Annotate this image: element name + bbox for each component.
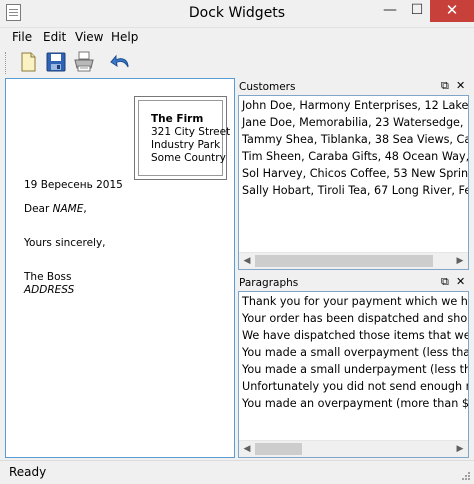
letter-greeting: Dear NAME, <box>24 203 87 215</box>
menu-bar: File Edit View Help <box>0 28 474 46</box>
list-item[interactable]: Your order has been dispatched and shoul… <box>242 312 468 325</box>
letter-editor[interactable]: The Firm 321 City Street Industry Park S… <box>5 78 235 458</box>
scroll-left-icon[interactable]: ◀ <box>242 256 252 266</box>
paragraphs-close-icon[interactable]: ✕ <box>456 276 465 288</box>
list-item[interactable]: Unfortunately you did not send enough mo… <box>242 380 468 393</box>
title-bar: Dock Widgets — ☐ ✕ <box>0 0 474 28</box>
toolbar-grip[interactable] <box>5 52 8 74</box>
letter-closing: Yours sincerely, <box>24 237 106 249</box>
customers-float-icon[interactable]: ⧉ <box>441 80 449 92</box>
customers-dock-titlebar[interactable]: Customers ⧉ ✕ <box>238 79 469 95</box>
greeting-prefix: Dear <box>24 203 53 215</box>
resize-grip-icon[interactable] <box>461 471 471 481</box>
status-text: Ready <box>9 465 47 479</box>
list-item[interactable]: Thank you for your payment which we have… <box>242 295 468 308</box>
list-item[interactable]: You made a small overpayment (less than … <box>242 346 468 359</box>
minimize-button[interactable]: — <box>376 0 404 22</box>
customers-close-icon[interactable]: ✕ <box>456 80 465 92</box>
customers-list[interactable]: John Doe, Harmony Enterprises, 12 Lakesi… <box>238 95 469 270</box>
address-park: Industry Park <box>151 139 221 151</box>
paragraphs-scroll-thumb[interactable] <box>255 443 302 455</box>
menu-help[interactable]: Help <box>111 30 138 44</box>
address-frame: The Firm 321 City Street Industry Park S… <box>134 96 231 180</box>
list-item[interactable]: Tammy Shea, Tiblanka, 38 Sea Views, Carl… <box>242 133 468 146</box>
list-item[interactable]: Tim Sheen, Caraba Gifts, 48 Ocean Way, D… <box>242 150 468 163</box>
customers-dock-title: Customers <box>239 81 296 93</box>
list-item[interactable]: Sol Harvey, Chicos Coffee, 53 New Spring… <box>242 167 468 180</box>
scroll-right-icon[interactable]: ▶ <box>455 256 465 266</box>
save-icon[interactable] <box>44 50 68 74</box>
new-document-icon[interactable] <box>16 50 40 74</box>
scroll-left-icon[interactable]: ◀ <box>242 444 252 454</box>
list-item[interactable]: You made a small underpayment (less than… <box>242 363 468 376</box>
list-item[interactable]: Jane Doe, Memorabilia, 23 Watersedge, Be… <box>242 116 468 129</box>
letter-signature: The Boss <box>24 271 72 283</box>
letter-date: 19 Вересень 2015 <box>24 179 123 191</box>
address-firm: The Firm <box>151 113 204 125</box>
address-street: 321 City Street <box>151 126 231 138</box>
toolbar <box>0 46 474 78</box>
status-bar: Ready <box>0 460 474 484</box>
paragraphs-horizontal-scrollbar[interactable]: ◀ ▶ <box>239 440 468 457</box>
menu-view[interactable]: View <box>75 30 103 44</box>
close-button[interactable]: ✕ <box>430 0 474 22</box>
menu-file[interactable]: File <box>12 30 32 44</box>
greeting-suffix: , <box>83 203 87 215</box>
list-item[interactable]: You made an overpayment (more than $5). … <box>242 397 468 410</box>
menu-edit[interactable]: Edit <box>43 30 66 44</box>
list-item[interactable]: Sally Hobart, Tiroli Tea, 67 Long River,… <box>242 184 468 197</box>
paragraphs-dock-titlebar[interactable]: Paragraphs ⧉ ✕ <box>238 275 469 291</box>
list-item[interactable]: John Doe, Harmony Enterprises, 12 Lakesi… <box>242 99 468 112</box>
paragraphs-list[interactable]: Thank you for your payment which we have… <box>238 291 469 458</box>
letter-signature-address: ADDRESS <box>24 284 75 296</box>
list-item[interactable]: We have dispatched those items that were… <box>242 329 468 342</box>
greeting-name: NAME <box>52 203 84 215</box>
print-icon[interactable] <box>72 50 96 74</box>
paragraphs-float-icon[interactable]: ⧉ <box>441 276 449 288</box>
customers-horizontal-scrollbar[interactable]: ◀ ▶ <box>239 252 468 269</box>
undo-icon[interactable] <box>108 50 132 74</box>
address-country: Some Country <box>151 152 226 164</box>
paragraphs-dock-title: Paragraphs <box>239 277 299 289</box>
scroll-right-icon[interactable]: ▶ <box>455 444 465 454</box>
maximize-button[interactable]: ☐ <box>404 0 430 22</box>
customers-scroll-thumb[interactable] <box>255 255 433 267</box>
